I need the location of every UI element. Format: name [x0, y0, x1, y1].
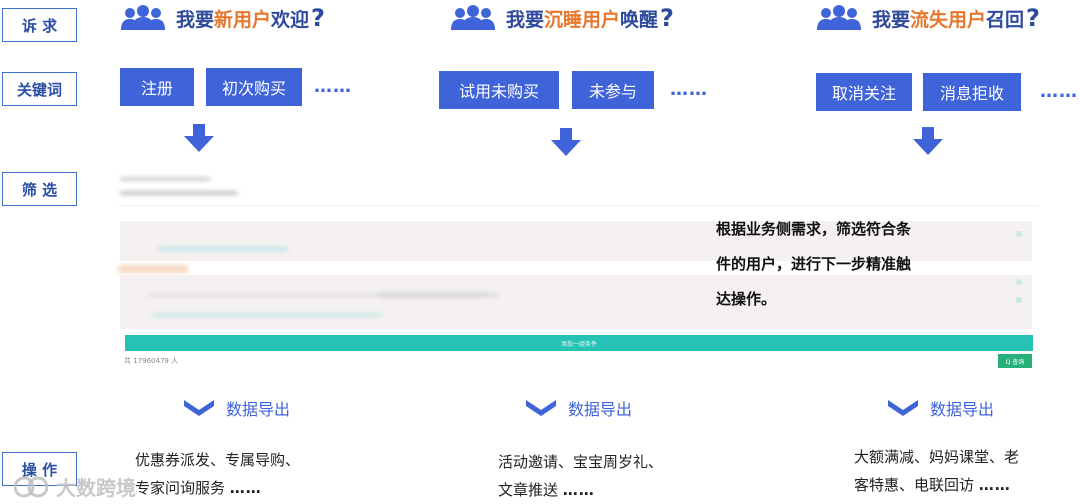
users-group-icon: [451, 5, 495, 30]
watermark-text: 大数跨境: [56, 476, 136, 500]
keyword-more: ……: [314, 76, 352, 97]
query-button[interactable]: Q 查询: [998, 354, 1032, 368]
header-highlight: 流失用户: [910, 8, 987, 31]
filter-note-line3: 达操作。: [716, 290, 777, 308]
header-prefix: 我要: [506, 8, 545, 31]
add-condition-label: 添加一组条件: [560, 340, 597, 348]
ops-more: ……: [978, 476, 1011, 494]
arrow-down-icon: [551, 128, 581, 156]
ops-line: 大额满减、妈妈课堂、老: [854, 448, 1020, 466]
keyword-more: ……: [1040, 81, 1078, 102]
filter-note-line1: 根据业务侧需求，筛选符合条: [716, 220, 912, 238]
header-suffix: 欢迎: [271, 8, 310, 31]
ops-more: ……: [229, 479, 262, 497]
users-group-icon: [121, 5, 165, 30]
header-new-users: 我要 新用户 欢迎 ?: [120, 4, 325, 32]
ops-line: 文章推送: [498, 481, 559, 499]
keyword-register[interactable]: 注册: [120, 68, 194, 106]
question-mark: ?: [311, 4, 325, 32]
add-condition-bar[interactable]: 添加一组条件: [125, 335, 1033, 351]
filter-note: 根据业务侧需求，筛选符合条 件的用户，进行下一步精准触 达操作。: [716, 212, 956, 317]
header-dormant-users: 我要 沉睡用户 唤醒 ?: [450, 4, 674, 32]
header-highlight: 新用户: [214, 8, 272, 31]
export-new-users[interactable]: 数据导出: [184, 396, 290, 420]
export-label: 数据导出: [226, 400, 291, 419]
keyword-more: ……: [670, 79, 708, 100]
arrow-down-icon: [184, 124, 214, 152]
question-mark: ?: [1026, 4, 1040, 32]
keyword-trial-no-purchase[interactable]: 试用未购买: [439, 71, 559, 109]
ops-new-users: 优惠券派发、专属导购、 专家问询服务 ……: [135, 446, 300, 502]
keyword-unfollow[interactable]: 取消关注: [816, 73, 912, 111]
ops-dormant-users: 活动邀请、宝宝周岁礼、 文章推送 ……: [498, 448, 663, 504]
label-filter: 筛 选: [2, 172, 77, 206]
label-appeal: 诉 求: [2, 8, 77, 42]
ops-lost-users: 大额满减、妈妈课堂、老 客特惠、电联回访 ……: [854, 443, 1019, 499]
export-label: 数据导出: [568, 400, 633, 419]
filter-note-line2: 件的用户，进行下一步精准触: [716, 255, 912, 273]
header-lost-users: 我要 流失用户 召回 ?: [816, 4, 1040, 32]
user-count: 共 17960479 人: [124, 357, 179, 365]
ops-more: ……: [562, 481, 595, 499]
chevron-down-icon: [526, 400, 556, 416]
header-suffix: 唤醒: [620, 8, 659, 31]
header-highlight: 沉睡用户: [544, 8, 621, 31]
chevron-down-icon: [184, 400, 214, 416]
users-group-icon: [817, 5, 861, 30]
export-lost-users[interactable]: 数据导出: [888, 396, 994, 420]
arrow-down-icon: [913, 127, 943, 155]
keyword-first-purchase[interactable]: 初次购买: [206, 68, 302, 106]
header-prefix: 我要: [872, 8, 911, 31]
keyword-reject-messages[interactable]: 消息拒收: [923, 73, 1021, 111]
header-prefix: 我要: [176, 8, 215, 31]
ops-line: 专家问询服务: [135, 479, 226, 497]
export-dormant-users[interactable]: 数据导出: [526, 396, 632, 420]
ops-line: 客特惠、电联回访: [854, 476, 975, 494]
watermark: 大数跨境: [14, 472, 136, 501]
label-keywords: 关键词: [2, 72, 77, 106]
watermark-logo-icon: [14, 476, 48, 497]
export-label: 数据导出: [930, 400, 995, 419]
ops-line: 优惠券派发、专属导购、: [135, 451, 301, 469]
ops-line: 活动邀请、宝宝周岁礼、: [498, 453, 664, 471]
chevron-down-icon: [888, 400, 918, 416]
keyword-not-participated[interactable]: 未参与: [572, 71, 654, 109]
question-mark: ?: [660, 4, 674, 32]
header-suffix: 召回: [986, 8, 1025, 31]
